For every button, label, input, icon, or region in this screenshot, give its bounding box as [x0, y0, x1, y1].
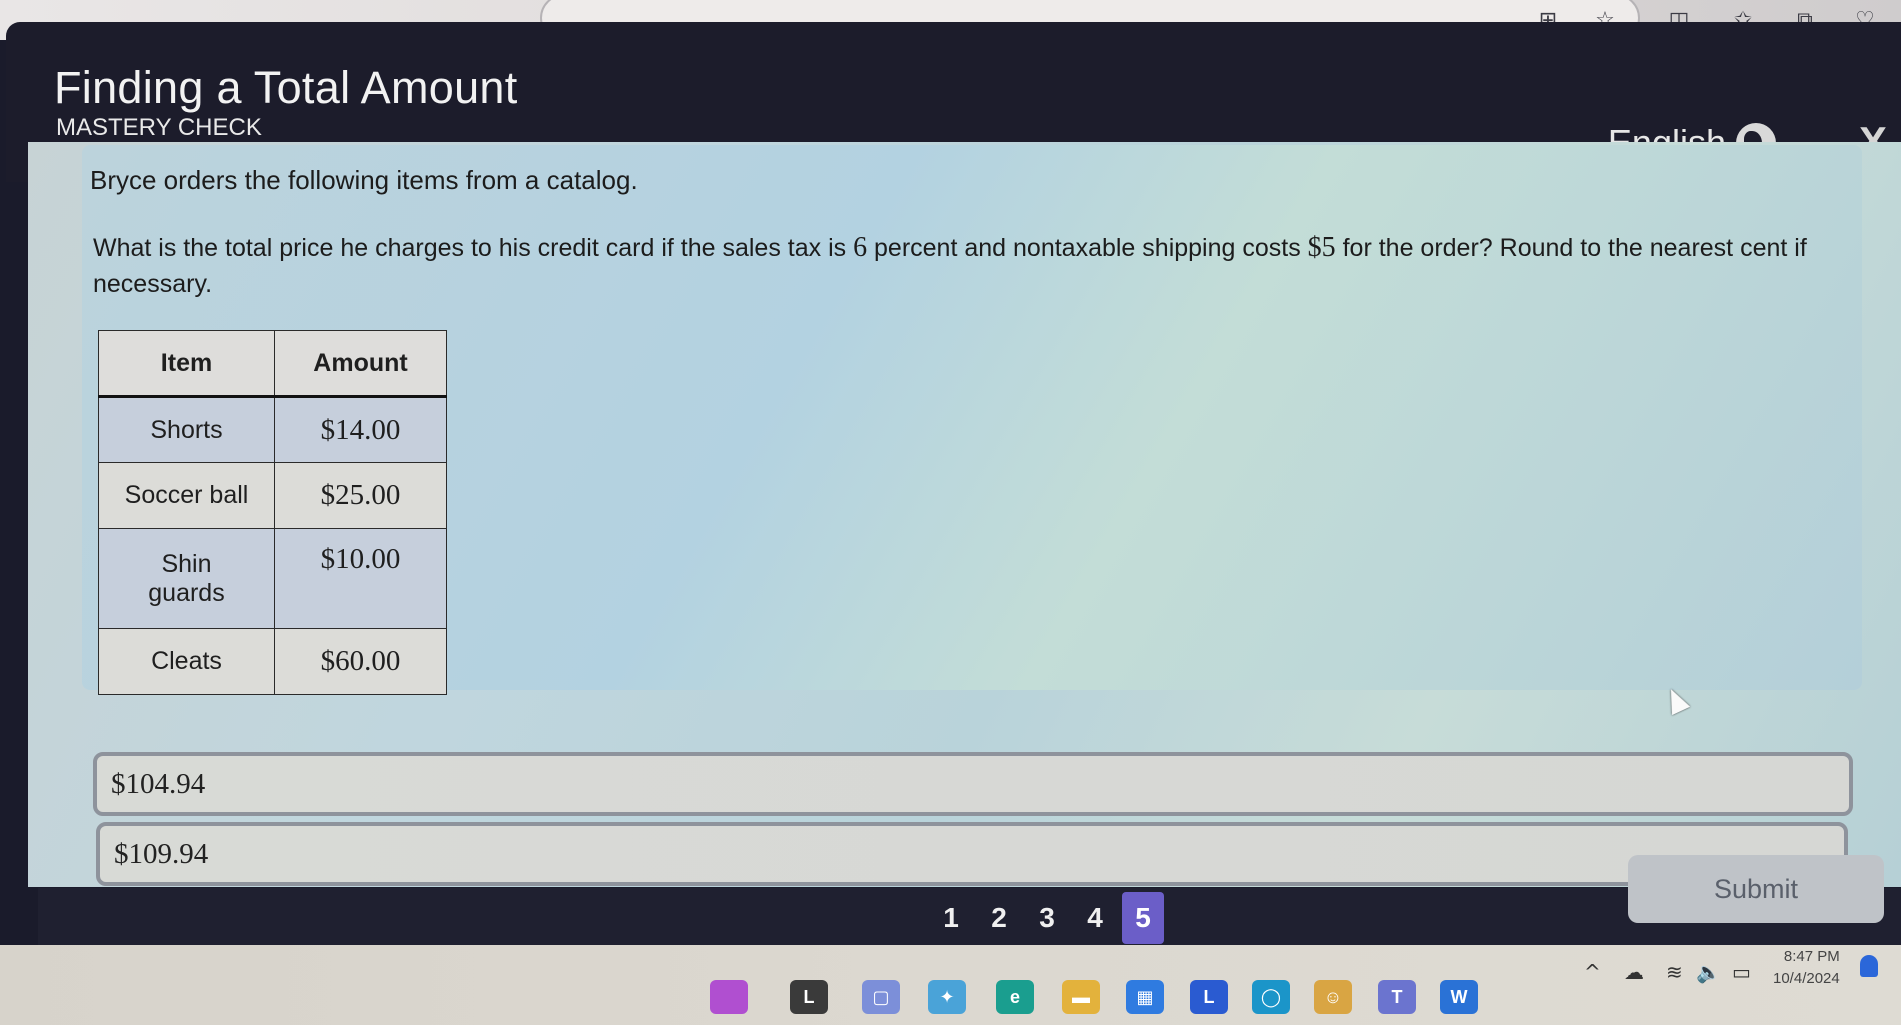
column-header-amount: Amount [274, 330, 447, 398]
copilot-icon[interactable]: ✦ [928, 980, 966, 1014]
amount-cell: $10.00 [274, 528, 447, 629]
clock-date: 10/4/2024 [1773, 970, 1840, 987]
onedrive-icon[interactable]: ☁ [1624, 960, 1644, 984]
app-circle-icon[interactable]: ◯ [1252, 980, 1290, 1014]
app-cartoon-icon[interactable]: ☺ [1314, 980, 1352, 1014]
stocks-icon[interactable]: L [790, 980, 828, 1014]
page-1-button[interactable]: 1 [930, 892, 972, 944]
amount-cell: $14.00 [274, 396, 447, 463]
lesson-title: Finding a Total Amount [54, 62, 518, 113]
column-header-item: Item [98, 330, 275, 398]
question-text: What is the total price he charges to hi… [93, 230, 1843, 302]
meet-icon[interactable]: ▢ [862, 980, 900, 1014]
lesson-subtitle: MASTERY CHECK [56, 114, 262, 141]
file-explorer-icon[interactable]: ▬ [1062, 980, 1100, 1014]
app-l-icon[interactable]: L [1190, 980, 1228, 1014]
question-part: What is the total price he charges to hi… [93, 234, 854, 262]
answer-choice[interactable]: $109.94 [96, 822, 1848, 886]
item-cell: Soccer ball [98, 462, 275, 529]
answer-choice-label: $109.94 [114, 837, 209, 870]
question-tax-rate: 6 [853, 232, 868, 263]
question-part: percent and nontaxable shipping costs [867, 234, 1308, 262]
table-row: Soccer ball $25.00 [98, 462, 447, 529]
wifi-icon[interactable]: ≋ [1666, 960, 1683, 984]
submit-button[interactable]: Submit [1628, 855, 1884, 923]
battery-icon[interactable]: ▭ [1732, 960, 1751, 984]
table-header-row: Item Amount [98, 330, 447, 398]
answer-choice-label: $104.94 [111, 767, 206, 800]
store-icon[interactable]: ▦ [1126, 980, 1164, 1014]
item-cell: Cleats [98, 628, 275, 695]
answer-choice[interactable]: $104.94 [93, 752, 1853, 816]
item-cell: Shin guards [98, 528, 275, 629]
question-shipping-cost: $5 [1307, 232, 1336, 263]
question-intro: Bryce orders the following items from a … [90, 165, 638, 195]
page-4-button[interactable]: 4 [1074, 892, 1116, 944]
system-clock[interactable]: 8:47 PM 10/4/2024 [1773, 946, 1840, 990]
teams-icon[interactable]: T [1378, 980, 1416, 1014]
edge-icon[interactable]: e [996, 980, 1034, 1014]
question-pagination: 1 2 3 4 5 [930, 888, 1164, 948]
page-5-button[interactable]: 5 [1122, 892, 1164, 944]
table-row: Shin guards $10.00 [98, 528, 447, 629]
page-3-button[interactable]: 3 [1026, 892, 1068, 944]
table-row: Cleats $60.00 [98, 628, 447, 695]
amount-cell: $60.00 [274, 628, 447, 695]
widgets-icon[interactable] [710, 980, 748, 1014]
word-icon[interactable]: W [1440, 980, 1478, 1014]
item-cell: Shorts [98, 396, 275, 463]
table-row: Shorts $14.00 [98, 396, 447, 463]
chevron-up-icon[interactable]: ^ [1584, 960, 1601, 984]
clock-time: 8:47 PM [1783, 948, 1840, 965]
items-table: Item Amount Shorts $14.00 Soccer ball $2… [98, 330, 447, 695]
amount-cell: $25.00 [274, 462, 447, 529]
volume-icon[interactable]: 🔈 [1696, 960, 1721, 984]
notification-bell-icon[interactable] [1860, 955, 1878, 977]
page-2-button[interactable]: 2 [978, 892, 1020, 944]
